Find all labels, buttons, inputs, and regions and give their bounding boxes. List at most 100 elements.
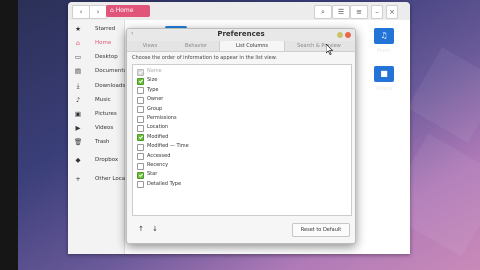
move-down-button[interactable]: ↓	[150, 224, 160, 234]
column-checkbox[interactable]	[137, 153, 144, 161]
column-checkbox[interactable]	[137, 124, 144, 132]
videos-folder-label: Videos	[375, 86, 393, 92]
sidebar-item-other-locations[interactable]: + Other Locations	[68, 173, 138, 185]
sidebar-item-videos[interactable]: ▶ Videos	[68, 122, 124, 134]
column-row[interactable]: Name	[133, 67, 351, 77]
column-label: Owner	[147, 96, 164, 103]
column-row[interactable]: Detailed Type	[133, 180, 351, 190]
view-toggle-button[interactable]: ☰	[332, 5, 350, 19]
dialog-close-button[interactable]	[345, 32, 351, 38]
column-checkbox[interactable]	[137, 171, 144, 179]
sidebar-item-label: Dropbox	[95, 157, 119, 163]
tab-list-columns[interactable]: List Columns	[219, 41, 285, 51]
move-up-button[interactable]: ↑	[136, 224, 146, 234]
music-folder-icon[interactable]: ♫	[374, 28, 394, 44]
minimize-window-button[interactable]: –	[371, 5, 383, 19]
preferences-tabs: Views Behavior List Columns Search & Pre…	[127, 41, 355, 52]
trash-icon: 🗑	[74, 138, 83, 146]
column-label: Type	[147, 86, 159, 93]
column-checkbox[interactable]	[137, 143, 144, 151]
column-label: Accessed	[147, 152, 171, 159]
path-bar-home[interactable]: ⌂ Home	[106, 5, 150, 17]
tab-views[interactable]: Views	[127, 41, 173, 51]
left-dock	[0, 0, 18, 270]
document-icon: ▤	[74, 67, 82, 75]
star-icon: ★	[75, 25, 81, 33]
search-button[interactable]: ⌕	[314, 5, 332, 19]
column-row[interactable]: Owner	[133, 95, 351, 105]
sidebar-item-label: Downloads	[95, 83, 126, 89]
decorative-shape	[407, 47, 480, 143]
column-checkbox[interactable]	[137, 106, 144, 114]
instruction-text: Choose the order of information to appea…	[132, 55, 277, 61]
column-label: Detailed Type	[147, 180, 182, 187]
column-label: Star	[147, 171, 158, 178]
sidebar-item-pictures[interactable]: ▣ Pictures	[68, 108, 124, 120]
column-row[interactable]: Modified	[133, 133, 351, 143]
dialog-title: Preferences	[217, 30, 265, 38]
picture-icon: ▣	[74, 110, 82, 118]
column-checkbox[interactable]	[137, 134, 144, 142]
sidebar-item-label: Music	[95, 97, 111, 103]
dropbox-icon: ◆	[75, 156, 81, 164]
sidebar-item-documents[interactable]: ▤ Documents	[68, 65, 127, 77]
desktop-icon: ▭	[74, 53, 82, 61]
column-row[interactable]: Size	[133, 76, 351, 86]
preferences-dialog: ‹ Preferences Views Behavior List Column…	[126, 28, 356, 244]
sidebar-item-label: Starred	[95, 26, 116, 32]
sidebar-item-home[interactable]: ⌂ Home	[68, 37, 124, 49]
column-checkbox[interactable]	[137, 115, 144, 123]
tab-search-preview[interactable]: Search & Preview	[283, 41, 355, 51]
sidebar-item-desktop[interactable]: ▭ Desktop	[68, 51, 124, 63]
column-row[interactable]: Star	[133, 170, 351, 180]
menu-button[interactable]: ≡	[350, 5, 368, 19]
column-label: Permissions	[147, 115, 177, 121]
back-button[interactable]: ‹	[72, 5, 90, 19]
reset-to-default-button[interactable]: Reset to Default	[292, 223, 350, 237]
column-checkbox[interactable]	[137, 77, 144, 85]
sidebar-item-trash[interactable]: 🗑 Trash	[68, 136, 124, 148]
path-label: Home	[115, 7, 134, 14]
music-folder-label: Music	[376, 48, 392, 54]
sidebar-item-label: Videos	[95, 125, 114, 131]
tab-behavior[interactable]: Behavior	[173, 41, 219, 51]
music-icon: ♪	[75, 96, 81, 104]
column-row[interactable]: Modified — Time	[133, 142, 351, 152]
column-row[interactable]: Group	[133, 105, 351, 115]
header-bar: ‹ › ⌂ Home ⌕ ☰ ≡ – ×	[68, 2, 410, 21]
column-label: Location	[147, 124, 169, 131]
sidebar-item-label: Documents	[95, 68, 127, 74]
dialog-bottom-bar: ↑ ↓ Reset to Default	[132, 222, 350, 237]
column-checkbox[interactable]	[137, 181, 144, 189]
sidebar-item-label: Pictures	[95, 111, 117, 117]
column-label: Size	[147, 77, 158, 84]
column-label: Modified — Time	[147, 143, 189, 150]
mouse-cursor-icon	[326, 44, 334, 55]
download-icon: ⤓	[76, 82, 80, 90]
sidebar-item-starred[interactable]: ★ Starred	[68, 23, 124, 35]
column-checkbox	[137, 68, 144, 76]
plus-icon: +	[75, 175, 81, 183]
places-sidebar: ★ Starred ⌂ Home ▭ Desktop ▤ Documents ⤓ Download…	[68, 20, 139, 254]
column-checkbox[interactable]	[137, 96, 144, 104]
column-checkbox[interactable]	[137, 87, 144, 95]
columns-list: Name Size Type Owner Group Permissions Locatio…	[132, 64, 352, 216]
column-row[interactable]: Permissions	[133, 114, 351, 124]
sidebar-item-music[interactable]: ♪ Music	[68, 94, 124, 106]
column-label: Name	[147, 68, 162, 74]
sidebar-item-dropbox[interactable]: ◆ Dropbox	[68, 154, 124, 166]
column-row[interactable]: Type	[133, 86, 351, 96]
column-row[interactable]: Recency	[133, 161, 351, 171]
sidebar-item-downloads[interactable]: ⤓ Downloads	[68, 80, 126, 92]
column-row[interactable]: Location	[133, 123, 351, 133]
sidebar-item-label: Trash	[95, 139, 110, 145]
close-window-button[interactable]: ×	[386, 5, 398, 19]
column-label: Modified	[147, 133, 169, 140]
videos-folder-icon[interactable]: ■	[374, 66, 394, 82]
dialog-minimize-button[interactable]	[337, 32, 343, 38]
column-checkbox[interactable]	[137, 162, 144, 170]
column-label: Group	[147, 105, 163, 112]
forward-button[interactable]: ›	[89, 5, 107, 19]
column-row[interactable]: Accessed	[133, 152, 351, 162]
video-icon: ▶	[75, 124, 81, 132]
